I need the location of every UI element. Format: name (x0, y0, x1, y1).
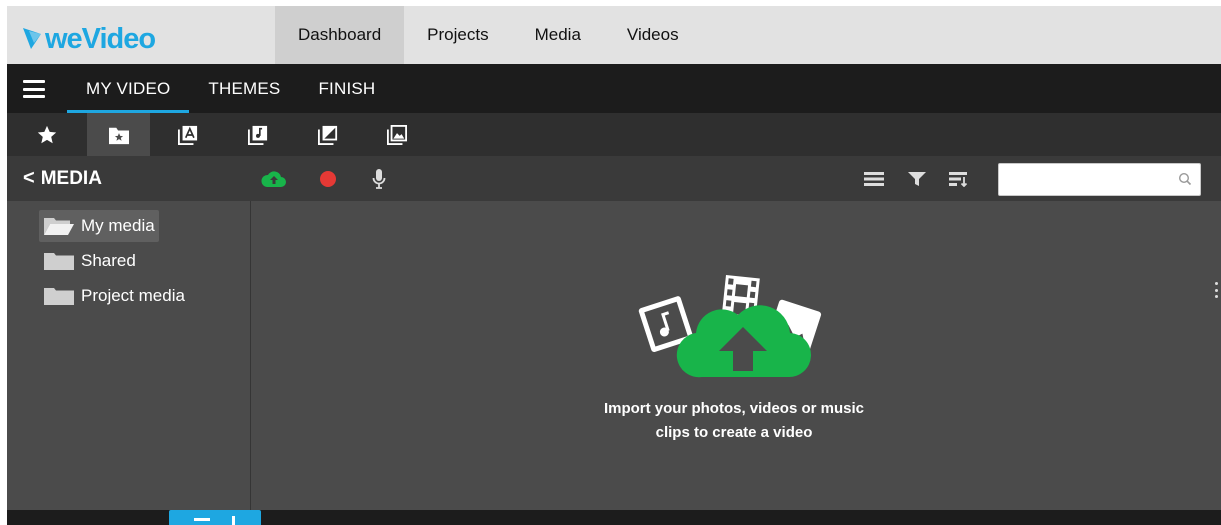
import-instructions: Import your photos, videos or music clip… (539, 397, 929, 445)
folder-project-media[interactable]: Project media (39, 280, 189, 312)
upload-button[interactable] (260, 156, 288, 201)
tab-finish[interactable]: FINISH (299, 64, 394, 113)
folder-label: Project media (81, 286, 185, 305)
folder-shared[interactable]: Shared (39, 245, 140, 277)
text-layers-icon (177, 125, 197, 145)
voiceover-button[interactable] (369, 156, 389, 201)
folder-label: My media (81, 216, 155, 235)
folder-my-media[interactable]: My media (39, 210, 159, 242)
tab-my-video[interactable]: MY VIDEO (67, 64, 190, 113)
library-tab-text[interactable] (156, 113, 219, 156)
transition-layers-icon (317, 125, 337, 145)
search-icon[interactable] (1178, 172, 1192, 186)
folder-icon (44, 253, 74, 270)
main-nav-tabs: Dashboard Projects Media Videos (275, 6, 702, 64)
media-header: < MEDIA (7, 156, 1221, 201)
microphone-icon (372, 168, 386, 189)
library-tab-favorites[interactable] (15, 113, 78, 156)
media-title: MEDIA (40, 167, 102, 189)
nav-tab-videos[interactable]: Videos (604, 6, 702, 64)
record-icon (320, 170, 336, 187)
record-button[interactable] (317, 156, 339, 201)
upload-cloud-icon (261, 170, 286, 187)
media-back-button[interactable]: < MEDIA (23, 156, 102, 201)
sort-icon (949, 171, 968, 187)
chevron-left-icon: < (23, 167, 35, 189)
timeline-bar (7, 510, 1221, 525)
media-drop-area[interactable]: Import your photos, videos or music clip… (252, 201, 1221, 510)
media-search-input[interactable] (999, 164, 1169, 195)
folder-open-icon (44, 218, 74, 235)
wevideo-editor: weVideo Dashboard Projects Media Videos … (7, 6, 1221, 525)
nav-tab-projects[interactable]: Projects (404, 6, 511, 64)
star-icon (37, 125, 56, 143)
hamburger-icon[interactable] (23, 80, 45, 98)
wevideo-logo[interactable]: weVideo (21, 16, 181, 56)
media-search-box (998, 163, 1201, 196)
image-layers-icon (386, 124, 407, 145)
wevideo-logo-mark: weVideo (23, 23, 156, 55)
panel-resize-handle[interactable] (1212, 282, 1221, 298)
folder-icon (44, 288, 74, 305)
import-text-line-1: Import your photos, videos or music (603, 400, 865, 417)
tab-themes[interactable]: THEMES (189, 64, 299, 113)
library-tab-my-media[interactable] (87, 113, 150, 156)
library-tab-transitions[interactable] (296, 113, 359, 156)
editor-tabs: MY VIDEO THEMES FINISH (67, 64, 394, 113)
library-tabs (7, 113, 1221, 156)
timeline-tab[interactable] (169, 510, 261, 525)
folder-star-icon (108, 127, 129, 144)
top-navigation: weVideo Dashboard Projects Media Videos (7, 6, 1221, 64)
filter-button[interactable] (906, 156, 928, 201)
library-tab-audio[interactable] (226, 113, 289, 156)
media-folder-tree: My media Shared Project media (7, 201, 251, 510)
sort-button[interactable] (947, 156, 971, 201)
timeline-tab-icon (194, 516, 236, 525)
svg-text:weVideo: weVideo (44, 23, 155, 55)
nav-tab-dashboard[interactable]: Dashboard (275, 6, 405, 64)
filter-icon (908, 171, 926, 186)
list-view-icon (864, 171, 884, 186)
import-media-illustration (638, 275, 822, 378)
nav-tab-media[interactable]: Media (512, 6, 604, 64)
folder-label: Shared (81, 251, 136, 270)
music-layers-icon (247, 125, 267, 145)
library-tab-images[interactable] (365, 113, 428, 156)
list-view-button[interactable] (862, 156, 886, 201)
editor-toolbar: MY VIDEO THEMES FINISH (7, 64, 1221, 113)
import-text-line-2: clips to create a video (655, 424, 813, 441)
